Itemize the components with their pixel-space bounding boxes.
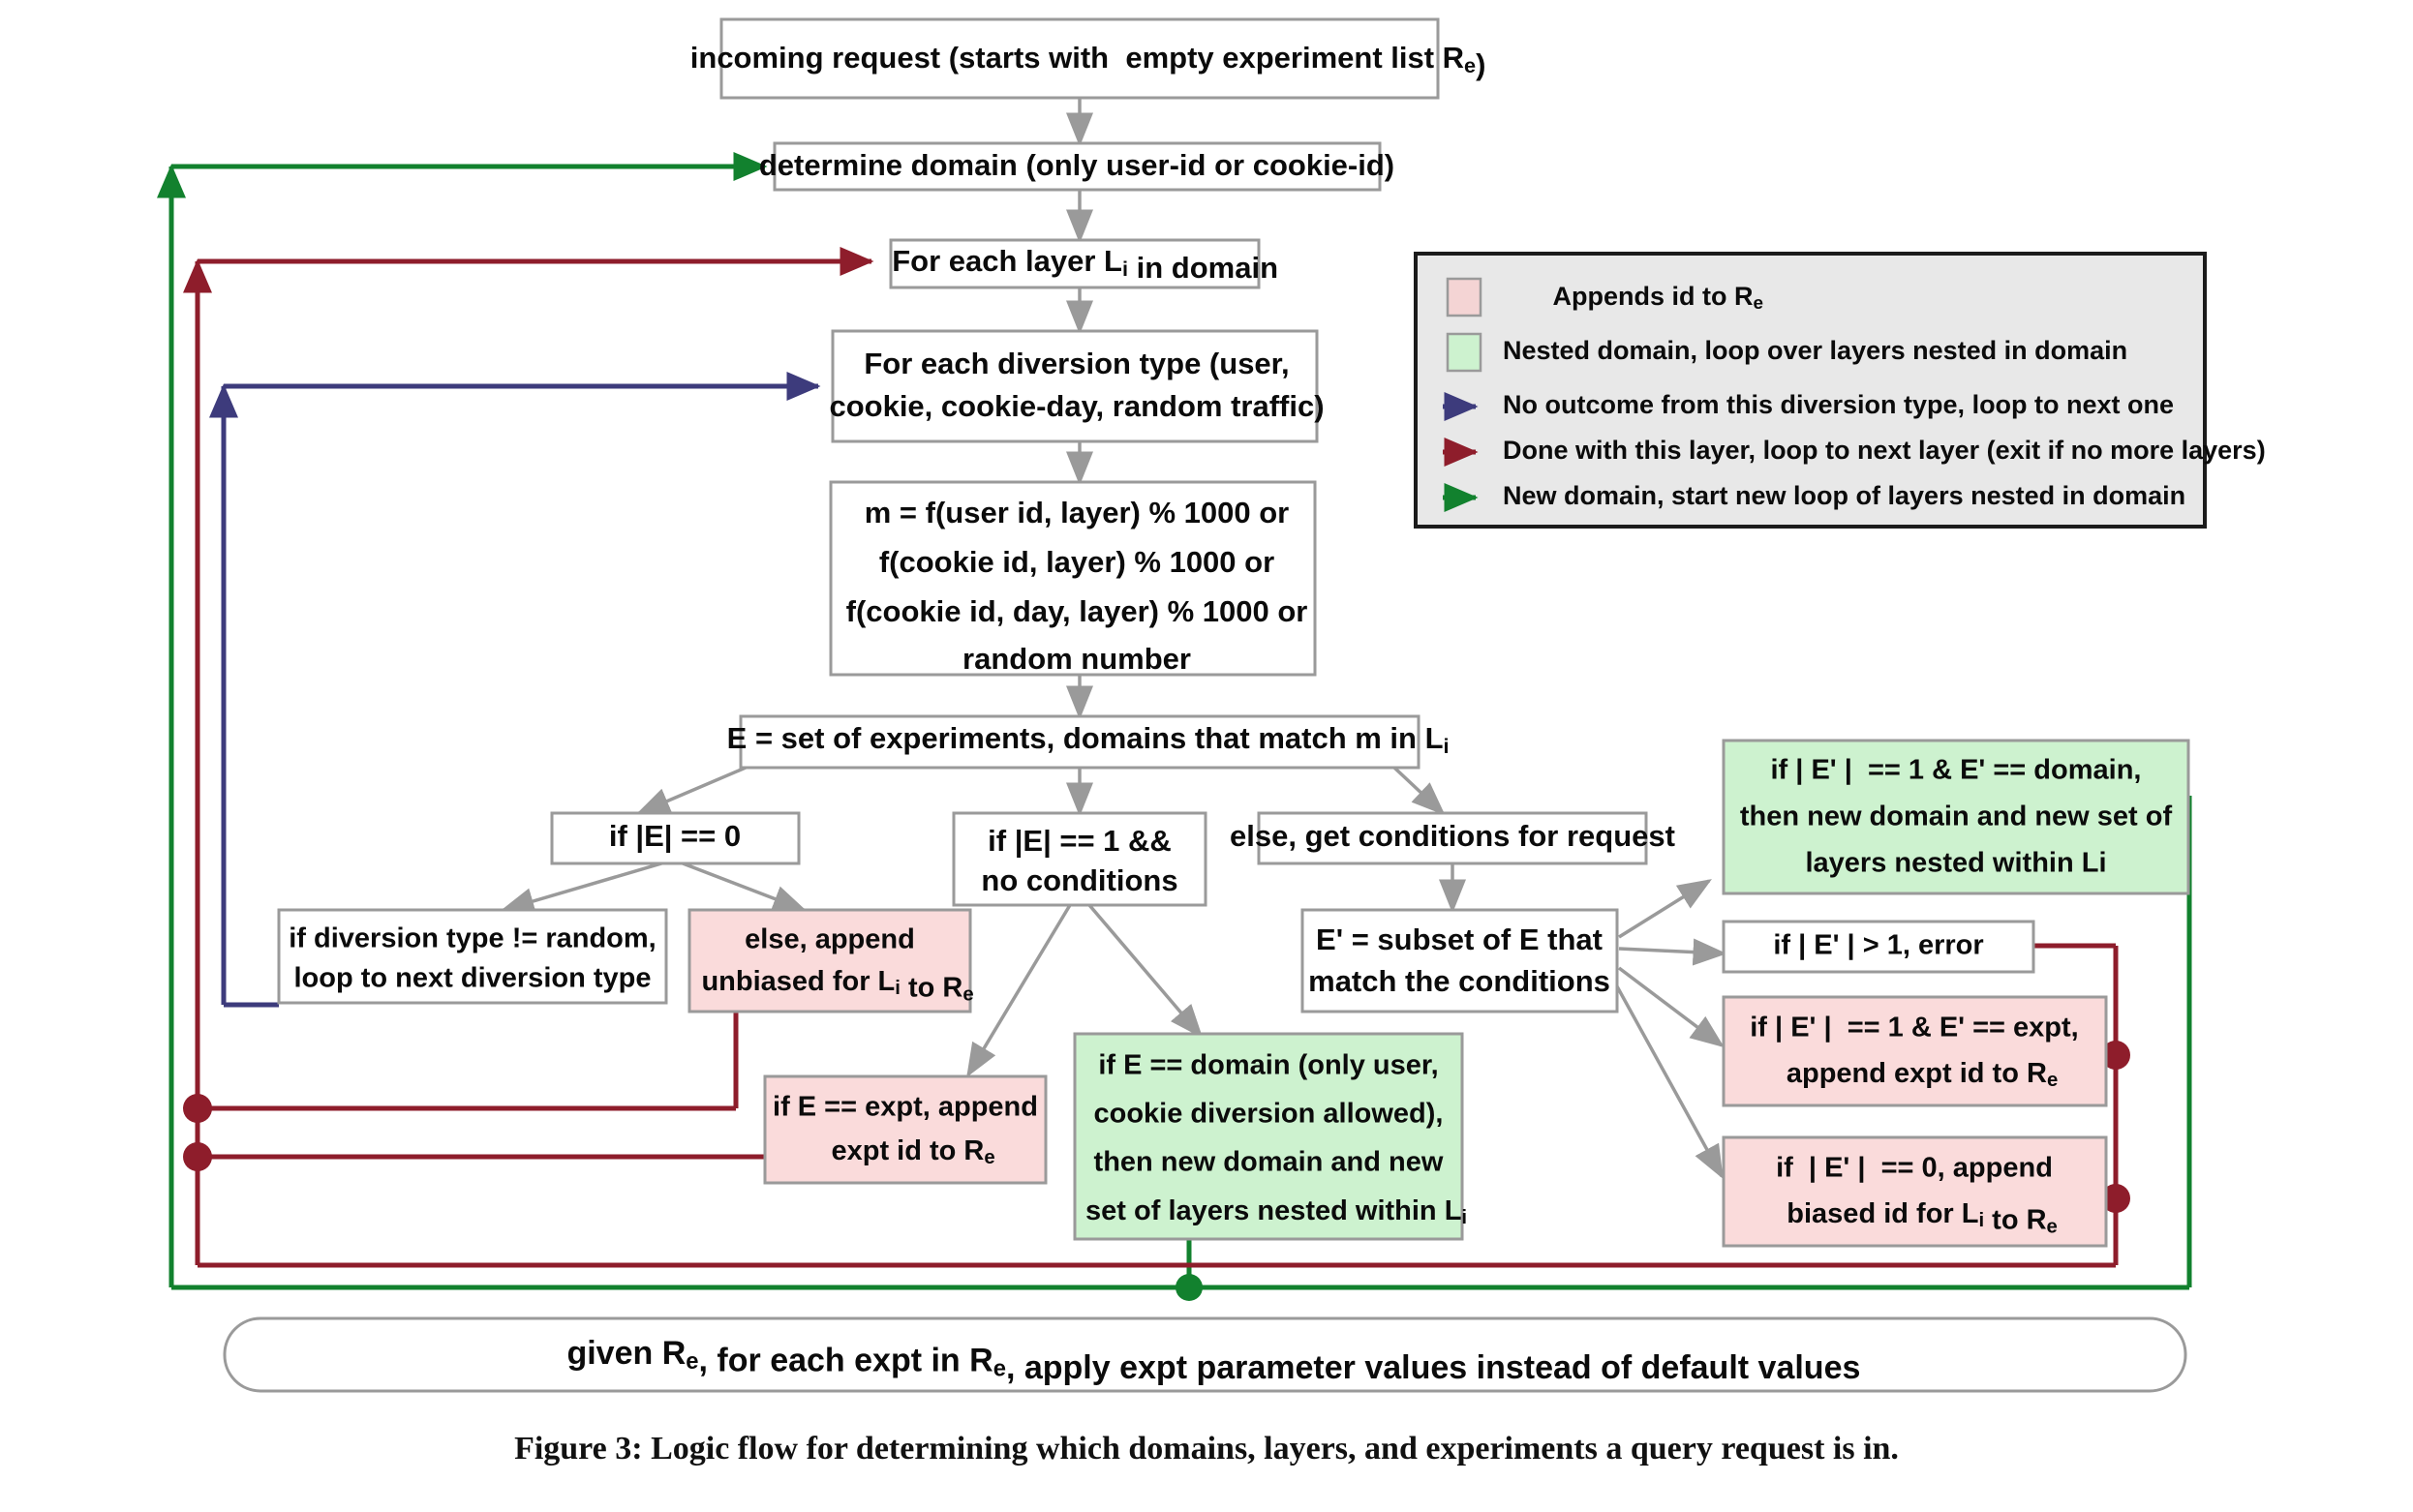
legend-swatch-green (1446, 332, 1482, 373)
figure-caption: Figure 3: Logic flow for determining whi… (514, 1431, 1899, 1467)
node-e-set-of-experiments: E = set of experiments, domains that mat… (668, 714, 1490, 770)
svg-text:expt id to Re: expt id to Re (777, 1135, 1034, 1168)
legend-label-4: New domain, start new loop of layers nes… (1503, 481, 2185, 510)
svg-text:else, get conditions for reque: else, get conditions for request (1230, 819, 1675, 853)
svg-text:if | E' | > 1, error: if | E' | > 1, error (1773, 930, 1983, 961)
legend-label-3: Done with this layer, loop to next layer… (1503, 436, 2266, 465)
node-eprime-domain: if | E' | == 1 & E' == domain, then new … (1722, 739, 2190, 895)
flowchart-canvas: incoming request (starts with empty expe… (157, 17, 2266, 1393)
svg-text:if diversion type != random,: if diversion type != random, (289, 923, 657, 954)
node-else-get-conditions: else, get conditions for request (1230, 811, 1675, 865)
node-determine-domain: determine domain (only user-id or cookie… (759, 141, 1394, 192)
figure-3-flowchart: incoming request (starts with empty expe… (0, 0, 2413, 1512)
svg-text:determine domain (only user-id: determine domain (only user-id or cookie… (759, 148, 1394, 182)
node-incoming-request: incoming request (starts with empty expe… (690, 17, 1485, 100)
node-e-equals-domain: if E == domain (only user, cookie divers… (1031, 1032, 1507, 1241)
svg-text:if | E' | == 1 & E' == domain: if | E' | == 1 & E' == domain, (1771, 755, 2142, 786)
svg-text:For each diversion type (user,: For each diversion type (user, (864, 347, 1289, 380)
svg-text:else, append: else, append (745, 924, 915, 955)
svg-text:if | E' | == 1 & E' == expt,: if | E' | == 1 & E' == expt, (1750, 1013, 2079, 1043)
svg-text:if |E| == 1 &&: if |E| == 1 && (988, 824, 1172, 858)
node-final-apply-params: given Re, for each expt in Re, apply exp… (223, 1316, 2187, 1393)
node-for-each-diversion-type: For each diversion type (user, cookie, c… (829, 329, 1325, 443)
node-if-e-one-no-conditions: if |E| == 1 && no conditions (952, 811, 1207, 907)
svg-text:m = f(user id, layer) % 1000 o: m = f(user id, layer) % 1000 or (865, 496, 1290, 529)
node-eprime-zero: if | E' | == 0, append biased id for Li … (1722, 1135, 2108, 1248)
svg-text:append expt id to Re: append expt id to Re (1731, 1058, 2096, 1091)
red-junction-dot-1 (183, 1094, 212, 1123)
node-diversion-not-random: if diversion type != random, loop to nex… (277, 908, 668, 1005)
svg-text:cookie diversion allowed),: cookie diversion allowed), (1094, 1099, 1444, 1130)
svg-text:E' = subset of E that: E' = subset of E that (1316, 922, 1603, 956)
node-eprime-expt: if | E' | == 1 & E' == expt, append expt… (1722, 995, 2108, 1107)
svg-text:cookie, cookie-day, random tra: cookie, cookie-day, random traffic) (829, 389, 1324, 423)
node-if-e-zero: if |E| == 0 (550, 811, 801, 865)
node-for-each-layer: For each layer Li in domain (889, 238, 1278, 289)
node-eprime-subset: E' = subset of E that match the conditio… (1300, 908, 1619, 1013)
legend-swatch-pink (1446, 277, 1482, 318)
legend-panel: Appends id to Re Nested domain, loop ove… (1414, 252, 2266, 529)
svg-text:if E == domain (only user,: if E == domain (only user, (1098, 1050, 1438, 1081)
svg-text:loop to next diversion type: loop to next diversion type (294, 963, 652, 994)
node-append-unbiased: else, append unbiased for Li to Re (687, 908, 974, 1013)
svg-text:then new domain and new set of: then new domain and new set of (1740, 801, 2173, 832)
green-junction-dot (1176, 1274, 1203, 1301)
red-junction-dot-2 (183, 1142, 212, 1171)
svg-text:f(cookie id, layer) % 1000 or: f(cookie id, layer) % 1000 or (879, 545, 1274, 579)
node-eprime-error: if | E' | > 1, error (1722, 920, 2035, 974)
svg-text:E = set of experiments, domain: E = set of experiments, domains that mat… (668, 721, 1490, 757)
svg-text:then new domain and new: then new domain and new (1094, 1147, 1444, 1178)
svg-text:random number: random number (962, 642, 1191, 676)
node-hash-formula: m = f(user id, layer) % 1000 or f(cookie… (829, 480, 1317, 677)
legend-label-2: No outcome from this diversion type, loo… (1503, 390, 2174, 419)
svg-text:if |E| == 0: if |E| == 0 (609, 819, 741, 853)
svg-text:if E == expt, append: if E == expt, append (773, 1092, 1038, 1123)
legend-label-1: Nested domain, loop over layers nested i… (1503, 336, 2127, 365)
svg-text:no conditions: no conditions (981, 863, 1177, 897)
svg-text:match the conditions: match the conditions (1308, 964, 1610, 998)
svg-text:f(cookie id, day, layer) % 100: f(cookie id, day, layer) % 1000 or (846, 594, 1308, 628)
svg-text:if | E' | == 0, append: if | E' | == 0, append (1776, 1153, 2053, 1184)
node-e-equals-expt: if E == expt, append expt id to Re (763, 1074, 1048, 1185)
svg-text:layers nested within Li: layers nested within Li (1805, 848, 2106, 879)
svg-text:set of layers nested within Li: set of layers nested within Li (1031, 1195, 1507, 1228)
